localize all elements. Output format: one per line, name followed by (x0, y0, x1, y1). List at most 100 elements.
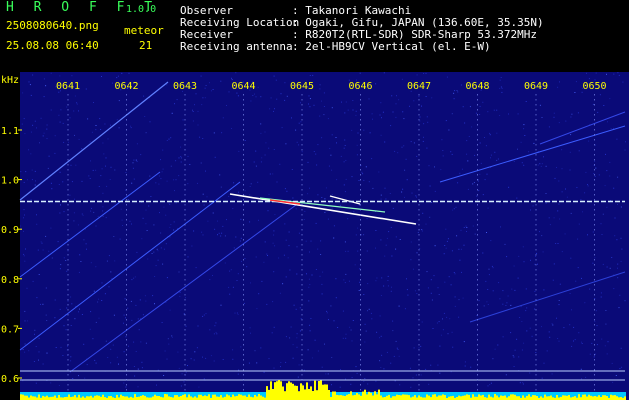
noise-speck (232, 208, 234, 210)
spectrum-column (274, 382, 276, 400)
time-gridline-dot (243, 184, 244, 186)
time-gridline-dot (360, 109, 361, 111)
noise-speck (84, 377, 86, 379)
noise-speck (359, 72, 361, 74)
timestamp: 25.08.08 06:40 (6, 39, 99, 52)
noise-speck (287, 257, 289, 259)
noise-speck (105, 157, 107, 159)
spectrum-column (528, 394, 530, 400)
noise-speck (340, 155, 342, 157)
noise-speck (576, 187, 578, 188)
noise-speck (428, 165, 430, 167)
time-gridline-dot (535, 104, 537, 106)
time-gridline-dot (67, 104, 69, 106)
time-gridline-dot (477, 279, 478, 281)
noise-speck (59, 268, 61, 270)
time-gridline-dot (418, 299, 420, 301)
time-gridline-dot (301, 314, 303, 316)
time-gridline-dot (243, 359, 244, 361)
noise-speck (557, 338, 559, 339)
noise-speck (250, 183, 252, 185)
time-gridline-dot (126, 264, 127, 266)
time-gridline-dot (301, 379, 303, 381)
time-gridline-dot (535, 214, 537, 216)
noise-speck (98, 186, 100, 187)
noise-speck (202, 315, 204, 317)
time-gridline-dot (535, 339, 537, 341)
noise-speck (76, 102, 78, 104)
spectrum-column (536, 396, 538, 400)
noise-speck (543, 289, 545, 291)
noise-speck (326, 310, 328, 312)
spectrum-column (212, 394, 214, 400)
noise-speck (20, 225, 22, 227)
noise-speck (553, 263, 555, 265)
noise-speck (168, 202, 170, 204)
noise-speck (401, 191, 403, 193)
spectrum-column (434, 394, 436, 400)
noise-speck (160, 178, 162, 180)
noise-speck (523, 164, 525, 166)
time-gridline-dot (535, 309, 537, 311)
noise-speck (478, 190, 480, 192)
spectrum-column (574, 396, 576, 400)
noise-speck (85, 243, 87, 245)
noise-speck (320, 254, 322, 255)
noise-speck (236, 92, 238, 94)
noise-speck (345, 273, 347, 275)
noise-speck (158, 183, 160, 185)
time-gridline-dot (126, 169, 127, 171)
time-gridline-dot (243, 214, 244, 216)
noise-speck (213, 360, 215, 362)
time-tick-label: 0645 (290, 81, 314, 92)
time-gridline-dot (360, 129, 361, 131)
time-gridline-dot (184, 269, 186, 271)
time-gridline-dot (594, 104, 595, 106)
noise-speck (425, 368, 427, 370)
time-gridline-dot (301, 99, 303, 101)
time-gridline-dot (184, 249, 186, 251)
spectrum-column (174, 395, 176, 400)
noise-speck (67, 300, 69, 302)
noise-speck (452, 346, 454, 348)
spectrum-column (462, 395, 464, 400)
noise-speck (83, 343, 85, 345)
spectrum-column (32, 396, 34, 400)
noise-speck (519, 382, 521, 384)
noise-speck (570, 212, 572, 214)
time-gridline-dot (126, 204, 127, 206)
noise-speck (295, 208, 297, 210)
time-gridline-dot (477, 319, 478, 321)
noise-speck (451, 153, 453, 155)
noise-speck (431, 299, 433, 301)
spectrum-column (298, 391, 300, 400)
time-gridline-dot (243, 179, 244, 181)
time-gridline-dot (301, 244, 303, 246)
time-gridline-dot (477, 94, 478, 96)
noise-speck (23, 230, 24, 232)
noise-speck (425, 72, 427, 74)
noise-speck (90, 311, 92, 313)
noise-speck (40, 303, 41, 305)
noise-speck (308, 300, 310, 302)
noise-speck (202, 356, 203, 358)
time-gridline-dot (594, 204, 595, 206)
noise-speck (473, 182, 475, 183)
spectrum-column (280, 381, 282, 400)
time-gridline-dot (418, 164, 420, 166)
noise-speck (545, 193, 547, 194)
time-gridline-dot (594, 174, 595, 176)
time-gridline-dot (67, 114, 69, 116)
noise-speck (28, 81, 30, 83)
noise-speck (405, 158, 407, 160)
noise-speck (250, 282, 251, 284)
noise-speck (431, 97, 433, 99)
noise-speck (620, 206, 622, 208)
time-gridline-dot (184, 124, 186, 126)
noise-speck (217, 220, 218, 222)
noise-speck (215, 331, 217, 333)
spectrum-column (156, 395, 158, 400)
noise-speck (273, 75, 275, 77)
time-gridline-dot (535, 319, 537, 321)
time-gridline-dot (360, 169, 361, 171)
